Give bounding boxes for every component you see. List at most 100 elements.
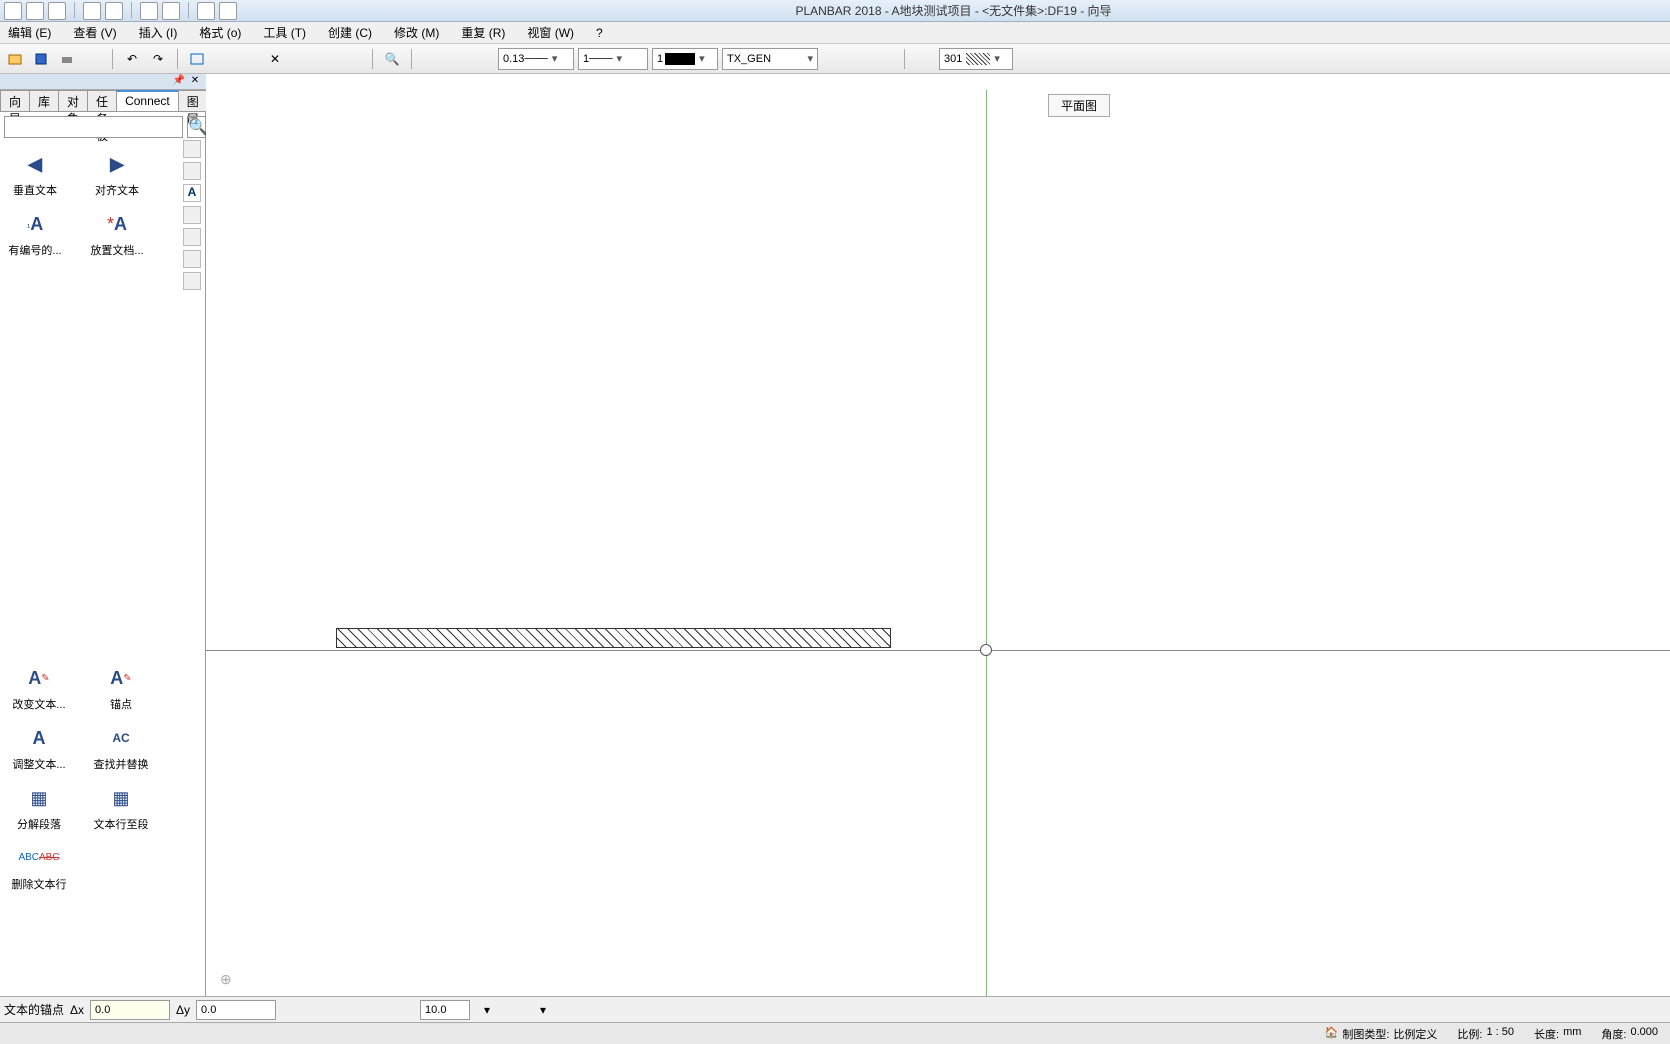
paste-icon[interactable] (162, 2, 180, 20)
undo-button[interactable]: ↶ (121, 48, 143, 70)
print-button[interactable] (56, 48, 78, 70)
window2-button[interactable] (212, 48, 234, 70)
undo-icon[interactable] (83, 2, 101, 20)
side-tool-5[interactable] (183, 228, 201, 246)
dy-input[interactable] (196, 1000, 276, 1020)
open-icon[interactable] (48, 2, 66, 20)
status-drawing-type[interactable]: 🏠 制图类型: 比例定义 (1325, 1026, 1438, 1042)
snap-tool-2[interactable] (336, 999, 358, 1021)
menu-view[interactable]: 查看 (V) (69, 22, 120, 43)
tool-delete-text-line[interactable]: ABCABC 删除文本行 (8, 844, 70, 892)
layer-set-button[interactable] (874, 48, 896, 70)
color-index: 1 (657, 53, 663, 65)
view3d-button[interactable] (290, 48, 312, 70)
snap-tool-1[interactable] (308, 999, 330, 1021)
status-angle[interactable]: 角度: 0.000 (1601, 1026, 1658, 1042)
menu-edit[interactable]: 编辑 (E) (4, 22, 55, 43)
pin-icon[interactable]: 📌 (172, 75, 186, 89)
snap-tool-3[interactable] (364, 999, 386, 1021)
open-project-button[interactable] (4, 48, 26, 70)
tab-object[interactable]: 对象 (58, 90, 88, 111)
separator (74, 2, 75, 18)
menu-modify[interactable]: 修改 (M) (390, 22, 443, 43)
color-combo[interactable]: 1 ▾ (652, 48, 718, 70)
zoom-button[interactable]: 🔍 (381, 48, 403, 70)
filter-button[interactable] (420, 48, 442, 70)
chevron-down-icon: ▾ (552, 52, 558, 65)
scale-value: 1 : 50 (1486, 1026, 1514, 1042)
save-button[interactable] (30, 48, 52, 70)
close-icon[interactable]: ✕ (188, 75, 202, 89)
snap-tool-6[interactable]: ▾ (532, 999, 554, 1021)
crosshair-horizontal (206, 650, 1670, 651)
dx-input[interactable] (90, 1000, 170, 1020)
tool-anchor[interactable]: A✎ 锚点 (90, 664, 152, 712)
measure-button[interactable] (913, 48, 935, 70)
copy-icon[interactable] (140, 2, 158, 20)
side-tool-2[interactable] (183, 162, 201, 180)
menu-tool[interactable]: 工具 (T) (259, 22, 310, 43)
layer-lock-button[interactable] (822, 48, 844, 70)
snap-tool-5[interactable] (504, 999, 526, 1021)
tab-connect[interactable]: Connect (116, 90, 179, 111)
tab-taskboard[interactable]: 任务板 (87, 90, 117, 111)
menu-format[interactable]: 格式 (o) (195, 22, 245, 43)
snap-tool-4[interactable] (392, 999, 414, 1021)
redo-icon[interactable] (105, 2, 123, 20)
tool-split-paragraph[interactable]: ▦ 分解段落 (8, 784, 70, 832)
window3-button[interactable] (238, 48, 260, 70)
status-length[interactable]: 长度: mm (1534, 1026, 1581, 1042)
pick-button[interactable] (446, 48, 468, 70)
new-icon[interactable] (26, 2, 44, 20)
side-tool-4[interactable] (183, 206, 201, 224)
tool-vertical-text[interactable]: ◀ 垂直文本 (4, 150, 66, 198)
import-button[interactable] (82, 48, 104, 70)
menu-create[interactable]: 创建 (C) (324, 22, 376, 43)
side-tool-7[interactable] (183, 272, 201, 290)
delete-button[interactable]: ✕ (264, 48, 286, 70)
status-scale[interactable]: 比例: 1 : 50 (1457, 1026, 1514, 1042)
tool-label: 对齐文本 (86, 182, 148, 198)
redo-button[interactable]: ↷ (147, 48, 169, 70)
cut-icon[interactable] (197, 2, 215, 20)
layer-combo[interactable]: TX_GEN▾ (722, 48, 818, 70)
tool-align-text[interactable]: ▶ 对齐文本 (86, 150, 148, 198)
side-tool-text[interactable]: A (183, 184, 201, 202)
tools-icon[interactable] (219, 2, 237, 20)
snap-value-input[interactable] (420, 1000, 470, 1020)
snap-dropdown[interactable]: ▾ (476, 999, 498, 1021)
tab-layer[interactable]: 图层 (178, 90, 208, 111)
side-tool-1[interactable] (183, 140, 201, 158)
side-tool-6[interactable] (183, 250, 201, 268)
drawing-canvas[interactable]: 平面图 ⊕ (206, 90, 1670, 1000)
layer-name: TX_GEN (727, 53, 771, 65)
menu-insert[interactable]: 插入 (I) (135, 22, 182, 43)
tool-numbered-text[interactable]: ₁A 有编号的... (4, 210, 66, 258)
window1-button[interactable] (186, 48, 208, 70)
cube-button[interactable] (342, 48, 364, 70)
layer-vis-button[interactable] (848, 48, 870, 70)
tool-line-to-paragraph[interactable]: ▦ 文本行至段 (90, 784, 152, 832)
tab-library[interactable]: 库 (29, 90, 59, 111)
tab-wizard[interactable]: 向导 (0, 90, 30, 111)
linewidth-combo[interactable]: 0.13 ───▾ (498, 48, 574, 70)
menu-repeat[interactable]: 重复 (R) (457, 22, 509, 43)
linetype-value: 1 (583, 53, 589, 65)
hatched-rectangle-object[interactable] (336, 628, 891, 648)
menu-window[interactable]: 视窗 (W) (523, 22, 578, 43)
coordinate-input-bar: 文本的锚点 Δx Δy ▾ ▾ (0, 996, 1670, 1022)
side-icon-strip: A (183, 140, 203, 290)
layer-button[interactable] (316, 48, 338, 70)
linetype-combo[interactable]: 1 ───▾ (578, 48, 648, 70)
hatch-combo[interactable]: 301 ▾ (939, 48, 1013, 70)
tool-find-replace[interactable]: AC 查找并替换 (90, 724, 152, 772)
save-icon[interactable] (4, 2, 22, 20)
menu-help[interactable]: ? (592, 24, 607, 42)
tool-adjust-text[interactable]: A 调整文本... (8, 724, 70, 772)
tool-label: 分解段落 (8, 816, 70, 832)
edit-button[interactable] (472, 48, 494, 70)
search-input[interactable] (4, 116, 183, 138)
tool-place-document[interactable]: *A 放置文档... (86, 210, 148, 258)
viewport-label[interactable]: 平面图 (1048, 94, 1110, 117)
tool-change-text[interactable]: A✎ 改变文本... (8, 664, 70, 712)
